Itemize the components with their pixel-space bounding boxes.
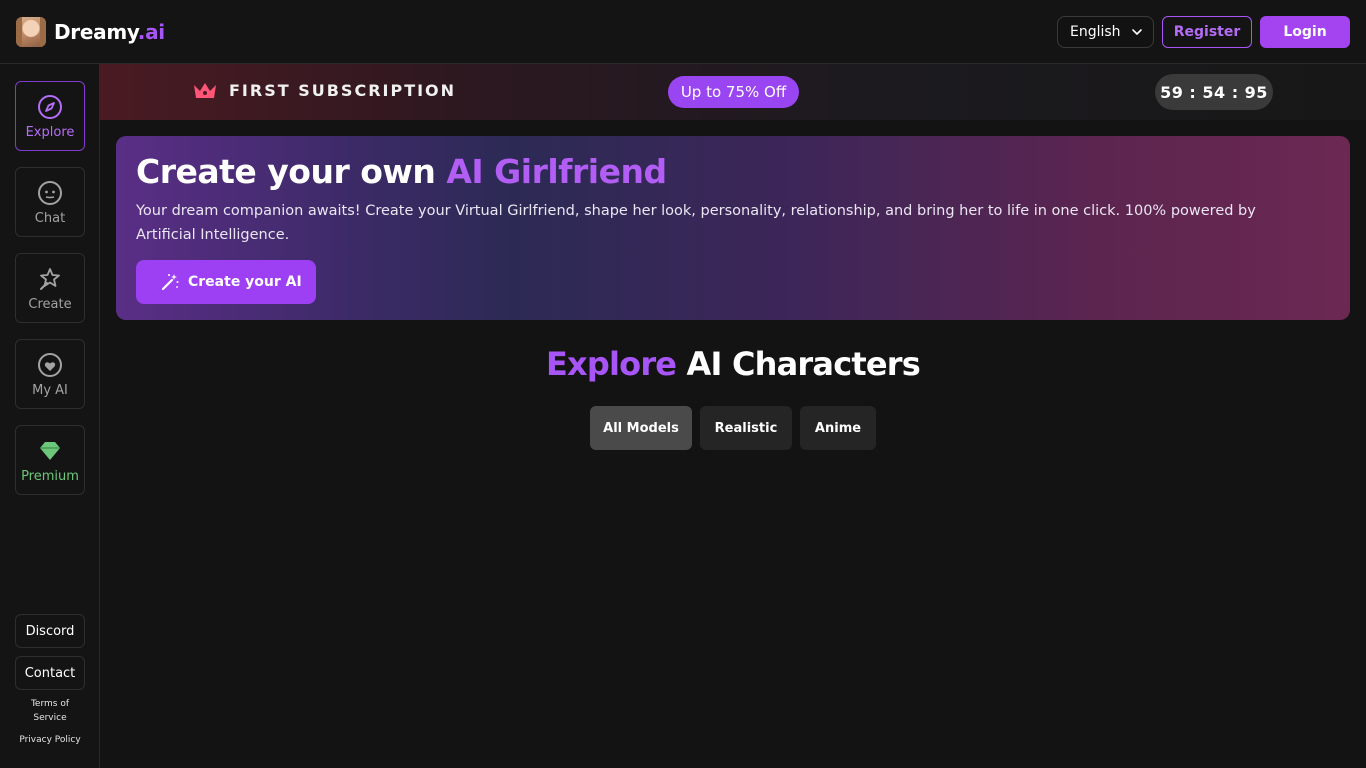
language-select[interactable]: English — [1057, 16, 1154, 48]
sidebar-item-my-ai[interactable]: My AI — [15, 339, 85, 409]
sidebar-item-explore[interactable]: Explore — [15, 81, 85, 151]
heart-face-icon — [36, 351, 64, 379]
diamond-icon — [36, 437, 64, 465]
sidebar-item-label: My AI — [32, 382, 68, 398]
chevron-down-icon — [1132, 29, 1142, 35]
brand-avatar — [16, 17, 46, 47]
magic-star-icon — [36, 265, 64, 293]
brand-logo[interactable]: Dreamy.ai — [16, 16, 165, 48]
discord-link[interactable]: Discord — [15, 614, 85, 648]
magic-wand-icon — [161, 274, 179, 291]
sidebar-item-label: Premium — [21, 468, 79, 484]
promo-title: FIRST SUBSCRIPTION — [229, 81, 457, 100]
chat-face-icon — [36, 179, 64, 207]
sidebar: Explore Chat Create My AI Premium Discor… — [0, 64, 100, 768]
cta-label: Create your AI — [188, 274, 302, 290]
sidebar-item-label: Chat — [34, 210, 66, 226]
login-button[interactable]: Login — [1260, 16, 1350, 48]
sidebar-item-label: Create — [28, 296, 72, 312]
discount-badge[interactable]: Up to 75% Off — [668, 76, 799, 108]
filter-realistic[interactable]: Realistic — [700, 406, 792, 450]
privacy-policy-link[interactable]: Privacy Policy — [0, 733, 100, 747]
hero-description: Your dream companion awaits! Create your… — [136, 203, 1256, 243]
filter-all-models[interactable]: All Models — [590, 406, 692, 450]
contact-link[interactable]: Contact — [15, 656, 85, 690]
terms-of-service-link[interactable]: Terms of Service — [0, 697, 100, 725]
sidebar-item-label: Explore — [25, 124, 75, 140]
sidebar-item-chat[interactable]: Chat — [15, 167, 85, 237]
countdown-timer: 59 : 54 : 95 — [1155, 74, 1273, 110]
filter-anime[interactable]: Anime — [800, 406, 876, 450]
crown-icon — [194, 83, 216, 98]
hero-banner: Create your own AI Girlfriend Your dream… — [116, 136, 1350, 320]
hero-title: Create your own AI Girlfriend — [136, 152, 667, 191]
sidebar-item-create[interactable]: Create — [15, 253, 85, 323]
brand-name: Dreamy.ai — [54, 20, 165, 44]
sidebar-item-premium[interactable]: Premium — [15, 425, 85, 495]
language-value: English — [1070, 24, 1121, 40]
register-button[interactable]: Register — [1162, 16, 1252, 48]
compass-icon — [36, 93, 64, 121]
top-bar: Dreamy.ai English Register Login — [0, 0, 1366, 64]
explore-heading: Explore AI Characters — [545, 345, 921, 383]
promo-banner[interactable]: FIRST SUBSCRIPTION Up to 75% Off 59 : 54… — [100, 64, 1366, 120]
create-your-ai-button[interactable]: Create your AI — [136, 260, 316, 304]
